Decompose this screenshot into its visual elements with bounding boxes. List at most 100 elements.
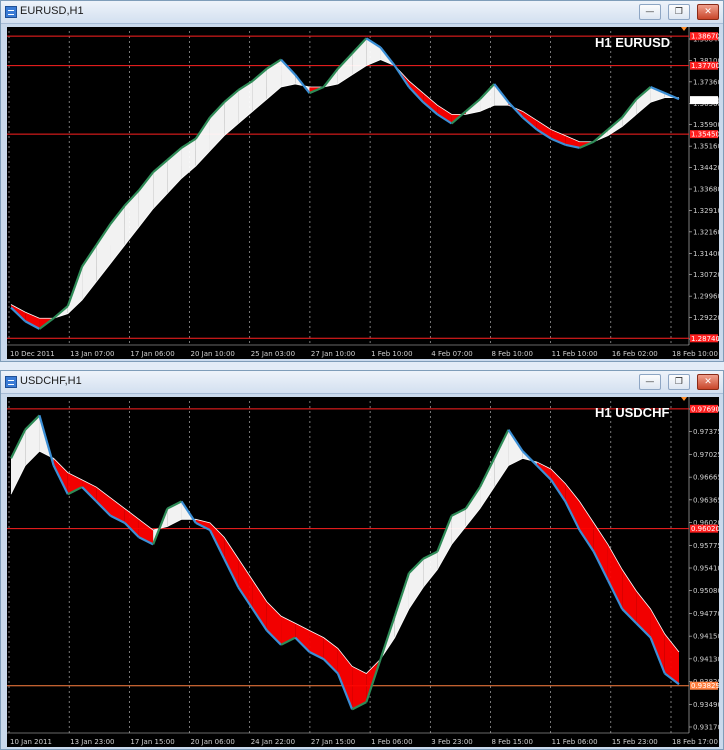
time-axis-label: 17 Jan 15:00 [130, 738, 174, 746]
time-axis-label: 25 Jan 03:00 [251, 350, 295, 358]
chart-window-icon [5, 376, 17, 388]
time-axis-label: 11 Feb 10:00 [552, 350, 598, 358]
bull-ribbon-segment [352, 38, 367, 75]
symbol-label: H1 USDCHF [595, 405, 669, 420]
price-level-tag-text: 1.35450 [691, 131, 719, 139]
price-level-tag-text: 0.93829 [691, 682, 719, 690]
time-axis-label: 27 Jan 10:00 [311, 350, 355, 358]
price-axis-label: 0.95775 [693, 542, 719, 550]
time-axis-label: 1 Feb 10:00 [371, 350, 412, 358]
price-axis-label: 0.96365 [693, 496, 719, 504]
trend-line [10, 450, 680, 674]
chart-shift-marker [681, 397, 687, 401]
time-axis-label: 16 Feb 02:00 [612, 350, 658, 358]
time-axis-label: 13 Jan 23:00 [70, 738, 114, 746]
usdchf-chart-svg[interactable]: 10 Jan 2011 13 Jan 23:00 17 Jan 15:00 20 Ja… [7, 397, 719, 747]
price-level-tag-text: 1.28740 [691, 335, 719, 343]
price-axis-label: 1.29960 [693, 293, 719, 301]
bear-ribbon-segment [607, 544, 623, 609]
bear-ribbon-segment [536, 120, 552, 139]
price-axis-label: 0.97025 [693, 451, 719, 459]
price-axis-label: 0.95410 [693, 565, 719, 573]
price-axis-label: 0.94130 [693, 655, 719, 663]
price-line-segment [507, 101, 524, 119]
window-titlebar[interactable]: EURUSD,H1 — ❐ ✕ [1, 1, 723, 24]
time-axis-label: 4 Feb 07:00 [431, 350, 472, 358]
price-line-segment [393, 65, 410, 88]
minimize-button[interactable]: — [638, 374, 661, 390]
bear-ribbon-segment [437, 105, 452, 124]
time-axis-label: 8 Feb 10:00 [491, 350, 532, 358]
restore-button[interactable]: ❐ [667, 4, 690, 20]
chart-shift-marker [681, 27, 687, 31]
price-level-tag-text: 0.97690 [691, 405, 719, 413]
window-titlebar[interactable]: USDCHF,H1 — ❐ ✕ [1, 371, 723, 394]
close-button[interactable]: ✕ [697, 4, 719, 20]
time-axis-label: 11 Feb 06:00 [552, 738, 598, 746]
price-axis-label: 0.94770 [693, 610, 719, 618]
price-level-tag-text: 1.38670 [691, 33, 719, 41]
price-level-tag-text: 1.36568 [691, 97, 719, 105]
bear-ribbon-segment [96, 487, 111, 516]
window-controls: — ❐ ✕ [637, 374, 719, 390]
price-axis-label: 0.97375 [693, 428, 719, 436]
price-level-tag-text: 1.37700 [691, 62, 719, 70]
time-axis-label: 10 Dec 2011 [10, 350, 55, 358]
trend-line [10, 59, 679, 319]
chart-window-icon [5, 6, 17, 18]
time-axis-label: 10 Jan 2011 [10, 738, 52, 746]
symbol-label: H1 EURUSD [595, 35, 670, 50]
eurusd-chart-svg[interactable]: 10 Dec 2011 13 Jan 07:00 17 Jan 06:00 20 Ja… [7, 27, 719, 359]
bear-ribbon-segment [25, 312, 40, 329]
time-axis-label: 8 Feb 15:00 [491, 738, 532, 746]
time-axis-label: 18 Feb 10:00 [672, 350, 718, 358]
time-axis-label: 17 Jan 06:00 [130, 350, 174, 358]
window-title: USDCHF,H1 [20, 375, 82, 387]
bear-ribbon-segment [252, 580, 267, 631]
bull-ribbon-segment [636, 86, 651, 115]
price-axis-label: 1.35160 [693, 143, 719, 151]
restore-button[interactable]: ❐ [667, 374, 690, 390]
window-controls: — ❐ ✕ [637, 4, 719, 20]
time-axis-label: 20 Jan 10:00 [191, 350, 235, 358]
time-axis-label: 24 Jan 22:00 [251, 738, 295, 746]
time-axis-label: 3 Feb 23:00 [431, 738, 472, 746]
price-chart-area[interactable]: 10 Dec 2011 13 Jan 07:00 17 Jan 06:00 20 Ja… [7, 27, 719, 359]
bear-ribbon-segment [579, 501, 594, 552]
price-axis-label: 1.30720 [693, 271, 719, 279]
time-axis-label: 13 Jan 07:00 [70, 350, 114, 358]
bear-ribbon-segment [295, 623, 310, 652]
minimize-button[interactable]: — [638, 4, 661, 20]
price-axis-label: 1.34420 [693, 164, 719, 172]
price-axis-label: 0.94150 [693, 633, 719, 641]
price-axis-label: 1.35900 [693, 121, 719, 129]
price-axis-label: 1.37360 [693, 78, 719, 86]
price-axis-label: 0.95080 [693, 587, 719, 595]
close-button[interactable]: ✕ [697, 374, 719, 390]
bull-ribbon-segment [11, 429, 26, 495]
chart-window-eurusd[interactable]: EURUSD,H1 — ❐ ✕ 10 Dec 2011 13 Jan 07:00 1… [0, 0, 724, 362]
price-axis-label: 1.32160 [693, 228, 719, 236]
time-axis-label: 18 Feb 17:00 [672, 738, 718, 746]
price-axis-label: 1.33680 [693, 186, 719, 194]
chart-window-usdchf[interactable]: USDCHF,H1 — ❐ ✕ 10 Jan 2011 13 Jan 23:00 1… [0, 370, 724, 750]
bull-ribbon-segment [82, 245, 97, 300]
bull-ribbon-segment [494, 429, 509, 488]
bear-ribbon-segment [593, 522, 608, 581]
price-axis-label: 1.29220 [693, 314, 719, 322]
time-axis-label: 1 Feb 06:00 [371, 738, 412, 746]
price-level-tag-text: 0.96020 [691, 525, 719, 533]
bear-ribbon-segment [124, 508, 139, 538]
price-axis-label: 0.93490 [693, 701, 719, 709]
price-axis-label: 0.96665 [693, 474, 719, 482]
window-title: EURUSD,H1 [20, 5, 84, 17]
price-axis-label: 1.32910 [693, 207, 719, 215]
price-axis-label: 0.93170 [693, 724, 719, 732]
price-chart-area[interactable]: 10 Jan 2011 13 Jan 23:00 17 Jan 15:00 20 Ja… [7, 397, 719, 747]
time-axis-label: 15 Feb 23:00 [612, 738, 658, 746]
time-axis-label: 20 Jan 06:00 [191, 738, 235, 746]
bear-ribbon-segment [664, 634, 679, 685]
time-axis-label: 27 Jan 15:00 [311, 738, 355, 746]
bear-ribbon-segment [238, 558, 253, 609]
price-axis-label: 1.31400 [693, 250, 719, 258]
